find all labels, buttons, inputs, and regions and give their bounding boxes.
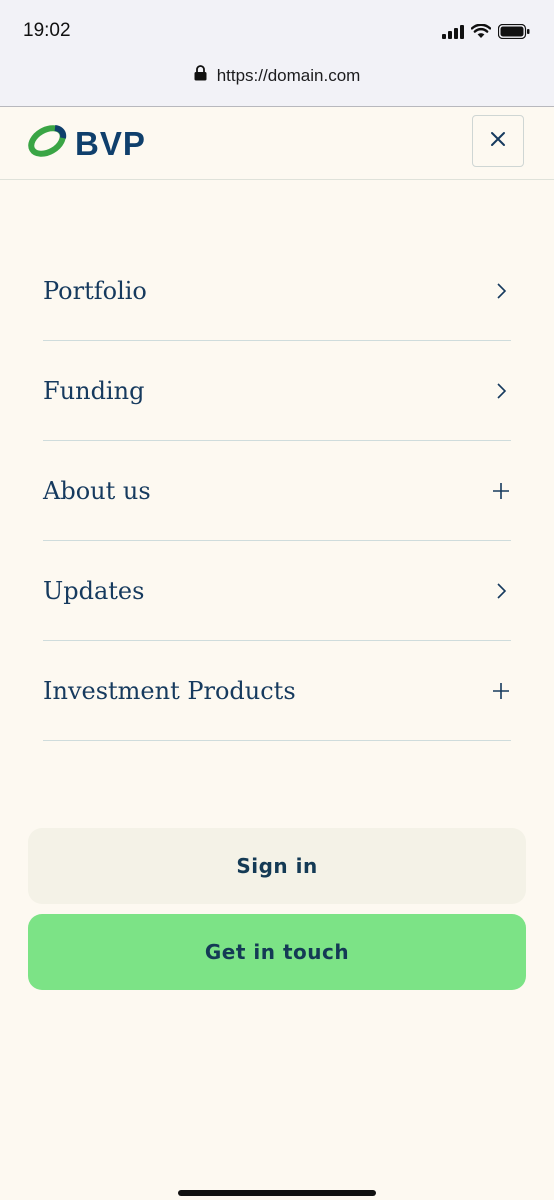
wifi-icon [470, 23, 492, 44]
get-in-touch-button[interactable]: Get in touch [28, 914, 526, 990]
close-icon [490, 131, 506, 152]
lock-icon [194, 65, 207, 86]
nav-item-funding[interactable]: Funding [43, 341, 511, 441]
status-bar: 19:02 [0, 0, 554, 58]
nav-item-label: About us [43, 476, 151, 505]
signal-icon [442, 24, 464, 44]
nav-item-label: Portfolio [43, 276, 147, 305]
site-header: BVP [0, 107, 554, 180]
chevron-right-icon [491, 381, 511, 401]
plus-icon [491, 481, 511, 501]
battery-icon [497, 23, 530, 44]
browser-url-bar[interactable]: https://domain.com [0, 58, 554, 107]
chevron-right-icon [491, 281, 511, 301]
status-icons [442, 23, 530, 44]
close-menu-button[interactable] [472, 115, 524, 167]
home-indicator [178, 1190, 376, 1196]
sign-in-button[interactable]: Sign in [28, 828, 526, 904]
url-text: https://domain.com [216, 65, 361, 85]
logo-text: BVP [75, 124, 146, 162]
nav-item-label: Updates [43, 576, 145, 605]
nav-item-label: Funding [43, 376, 145, 405]
nav-item-about-us[interactable]: About us [43, 441, 511, 541]
nav-item-updates[interactable]: Updates [43, 541, 511, 641]
nav-menu: Portfolio Funding About us Updates Inves… [43, 241, 511, 741]
nav-item-portfolio[interactable]: Portfolio [43, 241, 511, 341]
status-time: 19:02 [23, 20, 71, 41]
chevron-right-icon [491, 581, 511, 601]
nav-item-investment-products[interactable]: Investment Products [43, 641, 511, 741]
logo-mark-icon [27, 122, 67, 165]
nav-item-label: Investment Products [43, 676, 296, 705]
logo[interactable]: BVP [27, 122, 146, 165]
plus-icon [491, 681, 511, 701]
